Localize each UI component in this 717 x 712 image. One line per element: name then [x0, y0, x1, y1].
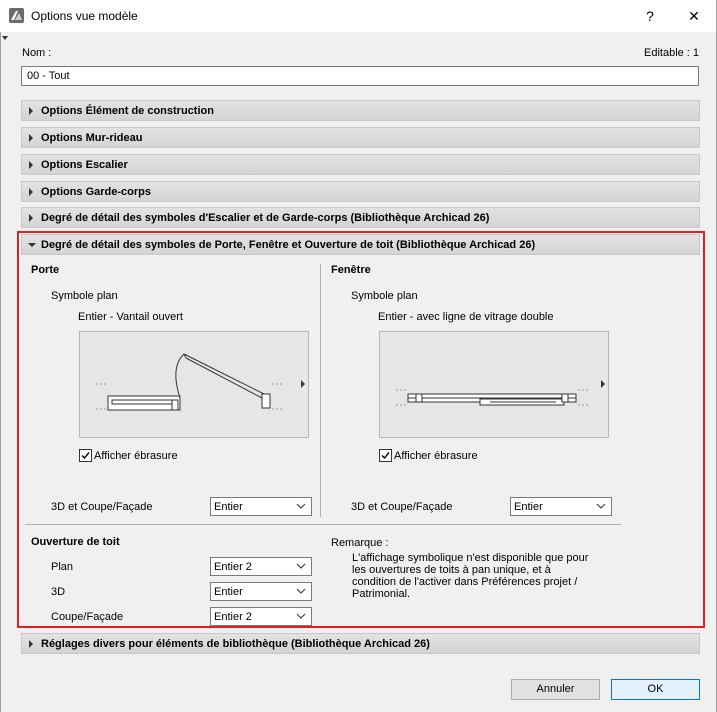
door-show-reveal-checkbox[interactable]: [79, 449, 92, 462]
window-preview-arrow-icon[interactable]: [601, 380, 605, 388]
section-curtain-wall-options[interactable]: Options Mur-rideau: [21, 127, 700, 148]
roof-3d-label: 3D: [51, 586, 66, 598]
section-title: Options Escalier: [41, 159, 128, 171]
door-option-name: Entier - Vantail ouvert: [78, 311, 183, 323]
roof-plan-label: Plan: [51, 561, 74, 573]
section-title: Degré de détail des symboles d'Escalier …: [41, 212, 490, 224]
collapse-arrow-icon: [28, 243, 36, 247]
section-stair-railing-detail[interactable]: Degré de détail des symboles d'Escalier …: [21, 207, 700, 228]
name-field[interactable]: 00 - Tout: [21, 66, 699, 86]
section-door-window-detail[interactable]: Degré de détail des symboles de Porte, F…: [21, 234, 700, 255]
expand-arrow-icon: [29, 188, 33, 196]
roof-plan-dropdown[interactable]: Entier 2: [210, 557, 312, 576]
section-title: Options Élément de construction: [41, 105, 214, 117]
help-button[interactable]: ?: [628, 0, 672, 32]
door-heading: Porte: [31, 264, 60, 276]
app-icon: [9, 8, 24, 23]
remark-heading: Remarque :: [331, 537, 389, 549]
dropdown-value: Entier: [214, 501, 243, 513]
door-preview-arrow-icon[interactable]: [301, 380, 305, 388]
door-symbol-drawing: [96, 353, 284, 411]
help-icon: ?: [646, 8, 654, 24]
chevron-down-icon: [296, 563, 306, 569]
roof-separator: [25, 524, 621, 525]
name-value: 00 - Tout: [27, 70, 70, 82]
window-3d-dropdown[interactable]: Entier: [510, 497, 612, 516]
chevron-down-icon: [596, 503, 606, 509]
section-library-misc-settings[interactable]: Réglages divers pour éléments de bibliot…: [21, 633, 700, 654]
section-title: Réglages divers pour éléments de bibliot…: [41, 638, 430, 650]
door-3d-dropdown[interactable]: Entier: [210, 497, 312, 516]
section-title: Options Mur-rideau: [41, 132, 143, 144]
chevron-down-icon: [296, 613, 306, 619]
window-symbol-drawing: [396, 389, 590, 406]
dropdown-value: Entier: [514, 501, 543, 513]
close-icon: ✕: [688, 7, 700, 24]
roof-section-label: Coupe/Façade: [51, 611, 124, 623]
window-plan-symbol-label: Symbole plan: [351, 290, 418, 302]
roof-section-dropdown[interactable]: Entier 2: [210, 607, 312, 626]
dropdown-value: Entier 2: [214, 561, 252, 573]
section-construction-options[interactable]: Options Élément de construction: [21, 100, 700, 121]
close-button[interactable]: ✕: [672, 0, 716, 32]
chevron-down-icon: [296, 503, 306, 509]
chevron-down-icon: [296, 588, 306, 594]
checkmark-icon: [381, 452, 390, 460]
column-separator: [320, 264, 321, 517]
window-border-left: [0, 32, 1, 712]
remark-text: L'affichage symbolique n'est disponible …: [352, 552, 589, 600]
roof-heading: Ouverture de toit: [31, 536, 120, 548]
editable-count: Editable : 1: [644, 47, 700, 59]
door-3d-label: 3D et Coupe/Façade: [51, 501, 153, 513]
window-title: Options vue modèle: [31, 9, 138, 23]
section-title: Options Garde-corps: [41, 186, 152, 198]
window-show-reveal-label: Afficher ébrasure: [394, 450, 478, 462]
expand-arrow-icon: [29, 161, 33, 169]
door-plan-symbol-label: Symbole plan: [51, 290, 118, 302]
window-show-reveal-checkbox[interactable]: [379, 449, 392, 462]
door-show-reveal-label: Afficher ébrasure: [94, 450, 178, 462]
expand-arrow-icon: [29, 134, 33, 142]
expand-arrow-icon: [29, 640, 33, 648]
ok-button[interactable]: OK: [611, 679, 700, 700]
section-stair-options[interactable]: Options Escalier: [21, 154, 700, 175]
window-option-name: Entier - avec ligne de vitrage double: [378, 311, 554, 323]
expand-arrow-icon: [29, 107, 33, 115]
roof-3d-dropdown[interactable]: Entier: [210, 582, 312, 601]
title-bar[interactable]: Options vue modèle ? ✕: [0, 0, 717, 32]
door-symbol-preview[interactable]: [79, 331, 309, 438]
resize-marker-icon: [2, 36, 8, 40]
checkmark-icon: [81, 452, 90, 460]
dropdown-value: Entier 2: [214, 611, 252, 623]
section-title: Degré de détail des symboles de Porte, F…: [41, 239, 536, 251]
name-label: Nom :: [22, 47, 52, 59]
window-3d-label: 3D et Coupe/Façade: [351, 501, 453, 513]
expand-arrow-icon: [29, 214, 33, 222]
window-heading: Fenêtre: [331, 264, 371, 276]
section-railing-options[interactable]: Options Garde-corps: [21, 181, 700, 202]
cancel-button[interactable]: Annuler: [511, 679, 600, 700]
dropdown-value: Entier: [214, 586, 243, 598]
window-symbol-preview[interactable]: [379, 331, 609, 438]
